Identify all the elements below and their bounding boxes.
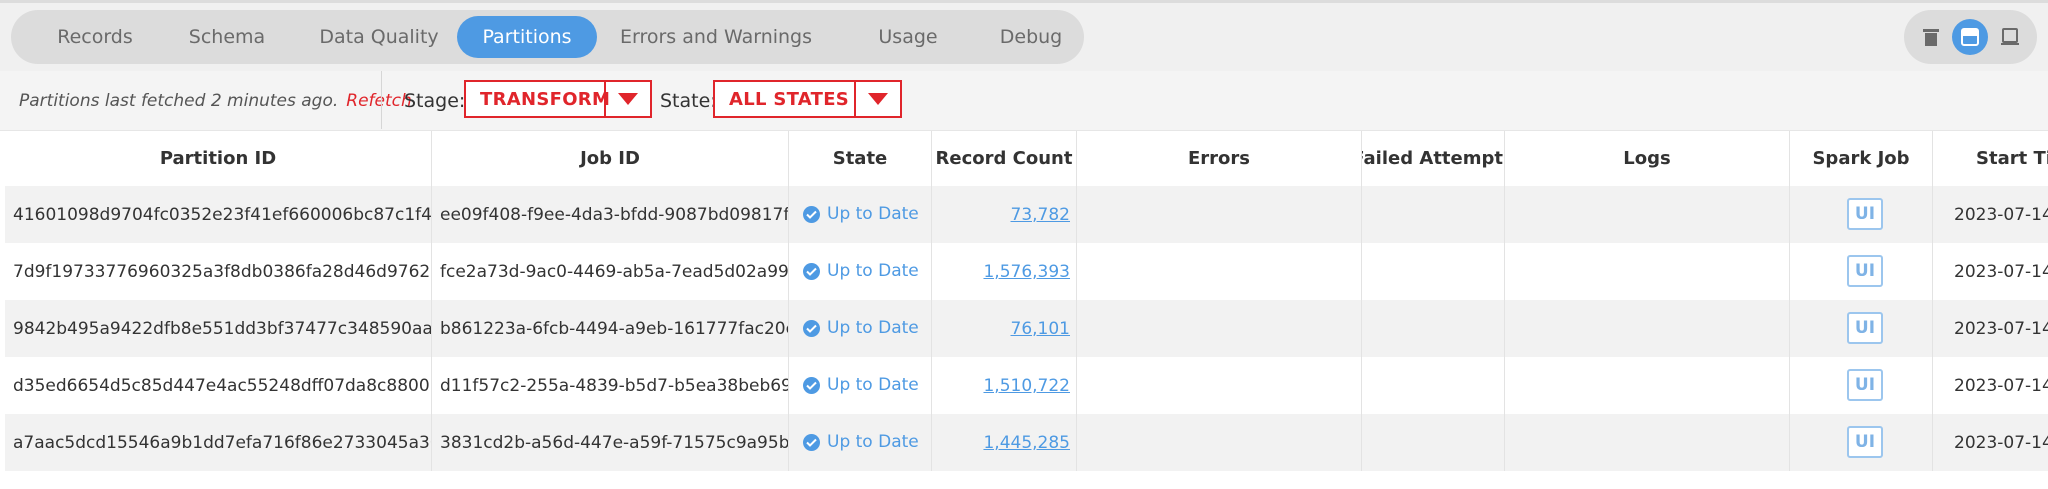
state-label: State:: [660, 90, 717, 112]
tab-errors-and-warnings[interactable]: Errors and Warnings: [611, 16, 821, 58]
partitions-table: Partition ID Job ID State Record Count E…: [5, 131, 2048, 471]
table-row[interactable]: a7aac5dcd15546a9b1dd7efa716f86e2733045a3…: [5, 414, 2048, 471]
errors-cell: [1077, 243, 1362, 300]
record-count-link[interactable]: 1,510,722: [983, 376, 1070, 396]
stage-select[interactable]: TRANSFORM: [464, 80, 652, 118]
start-time: 2023-07-14: [1954, 319, 2048, 339]
laptop-view-icon[interactable]: [1992, 19, 2028, 55]
spark-ui-button[interactable]: UI: [1847, 312, 1883, 344]
trash-icon[interactable]: [1913, 19, 1949, 55]
logs-cell: [1505, 243, 1790, 300]
filter-bar: Partitions last fetched 2 minutes ago. Re…: [0, 71, 2048, 131]
partition-id: a7aac5dcd15546a9b1dd7efa716f86e2733045a3…: [13, 433, 432, 453]
start-time: 2023-07-14: [1954, 205, 2048, 225]
column-header-failed-attempts[interactable]: Failed Attempts: [1362, 131, 1505, 186]
failed-attempts-cell: [1362, 243, 1505, 300]
table-row[interactable]: 9842b495a9422dfb8e551dd3bf37477c348590aa…: [5, 300, 2048, 357]
partition-id: d35ed6654d5c85d447e4ac55248dff07da8c8800…: [13, 376, 432, 396]
check-circle-icon: [803, 433, 820, 451]
job-id: 3831cd2b-a56d-447e-a59f-71575c9a95b7: [440, 433, 789, 453]
state-status[interactable]: Up to Date: [803, 261, 919, 281]
state-label: Up to Date: [827, 204, 919, 224]
check-circle-icon: [803, 262, 820, 280]
tab-data-quality[interactable]: Data Quality: [299, 16, 459, 58]
record-count-link[interactable]: 1,576,393: [983, 262, 1070, 282]
state-label: Up to Date: [827, 375, 919, 395]
column-header-record-count[interactable]: Record Count: [932, 131, 1077, 186]
fetched-text: Partitions last fetched 2 minutes ago.: [19, 91, 339, 111]
job-id: fce2a73d-9ac0-4469-ab5a-7ead5d02a99a: [440, 262, 789, 282]
column-header-errors[interactable]: Errors: [1077, 131, 1362, 186]
state-select-value: ALL STATES: [729, 89, 850, 110]
logs-cell: [1505, 357, 1790, 414]
record-count-link[interactable]: 76,101: [1011, 319, 1070, 339]
tab-partitions[interactable]: Partitions: [457, 16, 597, 58]
tab-schema[interactable]: Schema: [165, 16, 289, 58]
start-time: 2023-07-14: [1954, 262, 2048, 282]
state-status[interactable]: Up to Date: [803, 204, 919, 224]
tab-bar: Records Schema Data Quality Partitions E…: [11, 10, 1084, 64]
errors-cell: [1077, 300, 1362, 357]
table-row[interactable]: 41601098d9704fc0352e23f41ef660006bc87c1f…: [5, 186, 2048, 243]
column-header-job-id[interactable]: Job ID: [432, 131, 789, 186]
spark-ui-button[interactable]: UI: [1847, 369, 1883, 401]
record-count-link[interactable]: 73,782: [1011, 205, 1070, 225]
state-status[interactable]: Up to Date: [803, 318, 919, 338]
errors-cell: [1077, 414, 1362, 471]
column-header-spark-job[interactable]: Spark Job: [1790, 131, 1933, 186]
stage-select-value: TRANSFORM: [480, 89, 611, 110]
errors-cell: [1077, 186, 1362, 243]
job-id: ee09f408-f9ee-4da3-bfdd-9087bd09817f: [440, 205, 789, 225]
column-header-logs[interactable]: Logs: [1505, 131, 1790, 186]
refetch-link[interactable]: Refetch: [346, 91, 412, 111]
stage-label: Stage:: [404, 90, 466, 112]
partition-id: 9842b495a9422dfb8e551dd3bf37477c348590aa…: [13, 319, 432, 339]
record-count-link[interactable]: 1,445,285: [983, 433, 1070, 453]
spark-ui-button[interactable]: UI: [1847, 426, 1883, 458]
spark-ui-button[interactable]: UI: [1847, 255, 1883, 287]
chevron-down-icon[interactable]: [854, 82, 900, 116]
tab-usage[interactable]: Usage: [847, 16, 969, 58]
state-label: Up to Date: [827, 432, 919, 452]
partition-id: 41601098d9704fc0352e23f41ef660006bc87c1f…: [13, 205, 432, 225]
state-select[interactable]: ALL STATES: [713, 80, 902, 118]
column-header-partition-id[interactable]: Partition ID: [5, 131, 432, 186]
fetched-status: Partitions last fetched 2 minutes ago. Re…: [19, 91, 412, 111]
divider: [381, 71, 382, 129]
job-id: b861223a-6fcb-4494-a9eb-161777fac20e: [440, 319, 789, 339]
start-time: 2023-07-14: [1954, 433, 2048, 453]
table-row[interactable]: d35ed6654d5c85d447e4ac55248dff07da8c8800…: [5, 357, 2048, 414]
check-circle-icon: [803, 376, 820, 394]
split-view-icon[interactable]: [1952, 19, 1988, 55]
column-header-start-time[interactable]: Start Ti: [1933, 131, 2048, 186]
chevron-down-icon[interactable]: [604, 82, 650, 116]
tab-records[interactable]: Records: [36, 16, 154, 58]
logs-cell: [1505, 414, 1790, 471]
top-bar: Records Schema Data Quality Partitions E…: [0, 0, 2048, 71]
job-id: d11f57c2-255a-4839-b5d7-b5ea38beb694: [440, 376, 789, 396]
failed-attempts-cell: [1362, 357, 1505, 414]
spark-ui-button[interactable]: UI: [1847, 198, 1883, 230]
state-status[interactable]: Up to Date: [803, 432, 919, 452]
check-circle-icon: [803, 205, 820, 223]
errors-cell: [1077, 357, 1362, 414]
state-status[interactable]: Up to Date: [803, 375, 919, 395]
check-circle-icon: [803, 319, 820, 337]
start-time: 2023-07-14: [1954, 376, 2048, 396]
logs-cell: [1505, 300, 1790, 357]
view-toggle: [1904, 10, 2037, 64]
logs-cell: [1505, 186, 1790, 243]
table-row[interactable]: 7d9f19733776960325a3f8db0386fa28d46d9762…: [5, 243, 2048, 300]
failed-attempts-cell: [1362, 300, 1505, 357]
failed-attempts-cell: [1362, 414, 1505, 471]
partition-id: 7d9f19733776960325a3f8db0386fa28d46d9762…: [13, 262, 432, 282]
column-header-state[interactable]: State: [789, 131, 932, 186]
table-header: Partition ID Job ID State Record Count E…: [5, 131, 2048, 186]
state-label: Up to Date: [827, 318, 919, 338]
state-label: Up to Date: [827, 261, 919, 281]
tab-debug[interactable]: Debug: [971, 16, 1091, 58]
failed-attempts-cell: [1362, 186, 1505, 243]
